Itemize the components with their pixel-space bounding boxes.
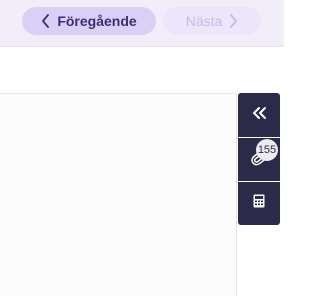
double-chevron-left-icon	[251, 106, 267, 125]
previous-button[interactable]: Föregående	[22, 7, 156, 35]
collapse-toolbox-button[interactable]	[238, 93, 280, 137]
previous-button-label: Föregående	[57, 13, 137, 29]
attachment-count-badge: 155	[256, 139, 278, 161]
content-panel	[0, 93, 237, 296]
calculator-button[interactable]	[238, 182, 280, 225]
chevron-left-icon	[41, 14, 51, 28]
next-button-label: Nästa	[185, 13, 223, 29]
chevron-right-icon	[228, 14, 238, 28]
next-button[interactable]: Nästa	[163, 7, 261, 35]
top-navigation-bar: Föregående Nästa	[0, 0, 284, 47]
calculator-icon	[253, 194, 265, 213]
